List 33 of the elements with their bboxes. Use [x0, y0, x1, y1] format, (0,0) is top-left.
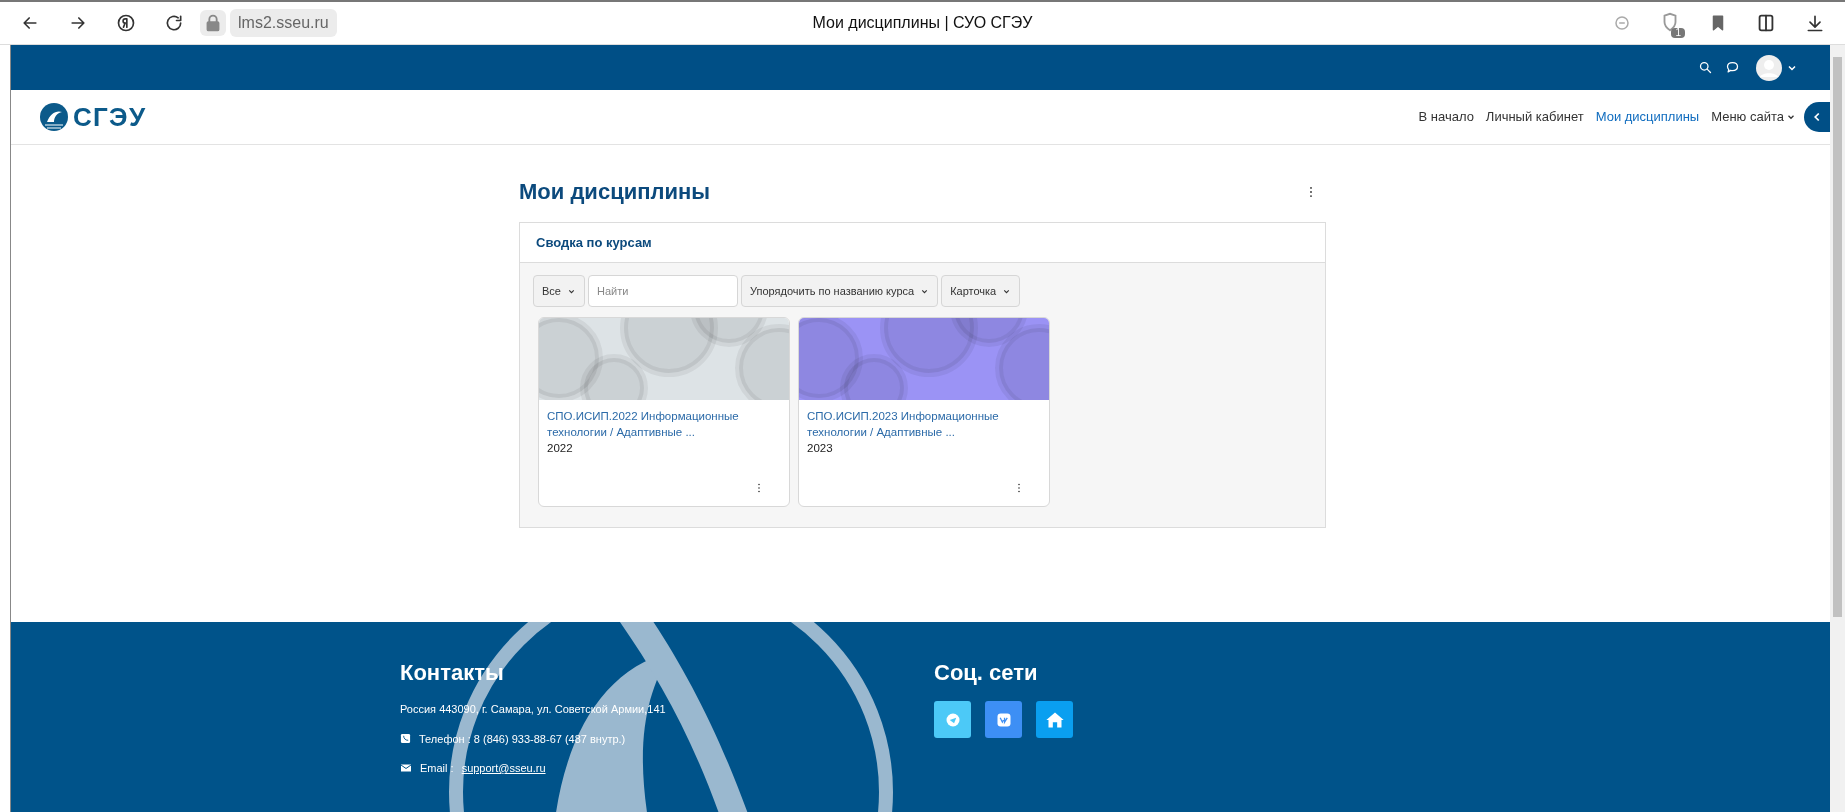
email-label: Email :	[420, 761, 454, 776]
home-icon[interactable]	[1036, 701, 1073, 738]
course-name-link[interactable]: СПО.ИСИП.2023 Информационные технологии / Адаптивные ...	[807, 408, 1041, 440]
nav-link[interactable]: В начало	[1418, 107, 1474, 127]
nav-link[interactable]: Личный кабинет	[1485, 107, 1584, 127]
tab-title: Мои дисциплины | СУО СГЭУ	[812, 14, 1033, 31]
course-card[interactable]: СПО.ИСИП.2022 Информационные технологии / Адаптивные ... 2022	[538, 317, 790, 507]
logo[interactable]: СГЭУ	[39, 97, 147, 137]
search-field[interactable]: Найти	[587, 275, 738, 307]
address-bar[interactable]: lms2.sseu.ru	[230, 9, 337, 37]
dropdown-button[interactable]: Все	[533, 275, 585, 307]
scrollbar[interactable]	[1830, 45, 1845, 812]
course-card[interactable]: СПО.ИСИП.2023 Информационные технологии / Адаптивные ... 2023	[798, 317, 1050, 507]
nav-link[interactable]: Мои дисциплины	[1595, 107, 1700, 127]
browser-logo-icon[interactable]	[116, 13, 136, 33]
user-menu[interactable]	[1756, 54, 1798, 81]
nav-link[interactable]: Меню сайта	[1711, 107, 1796, 127]
vk-icon[interactable]	[985, 701, 1022, 738]
envelope-icon	[400, 762, 412, 775]
block-title: Сводка по курсам	[536, 233, 652, 252]
phone-icon	[400, 733, 411, 745]
search-icon[interactable]	[1698, 60, 1713, 75]
page-title: Мои дисциплины	[519, 178, 711, 206]
drawer-toggle-button[interactable]	[1804, 102, 1830, 132]
footer-heading: Соц. сети	[934, 659, 1039, 687]
course-category: 2023	[807, 441, 834, 456]
lock-icon	[200, 10, 226, 36]
reload-icon[interactable]	[164, 13, 184, 33]
download-icon[interactable]	[1805, 13, 1825, 33]
dropdown-button[interactable]: Упорядочить по названию курса	[740, 275, 939, 307]
dropdown-button[interactable]: Карточка	[941, 275, 1021, 307]
course-name-link[interactable]: СПО.ИСИП.2022 Информационные технологии / Адаптивные ...	[547, 408, 781, 440]
course-category: 2022	[547, 441, 574, 456]
